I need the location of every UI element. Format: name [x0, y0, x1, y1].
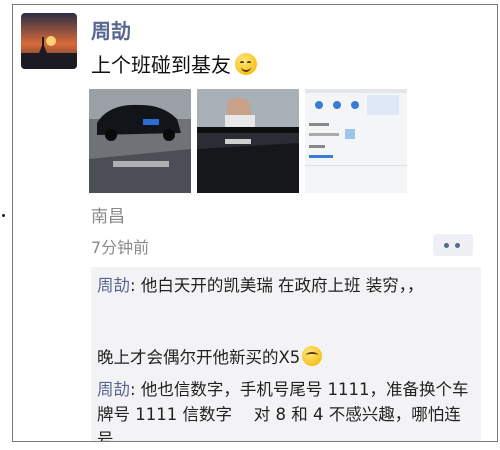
post-text-content: 上个班碰到基友	[91, 53, 231, 77]
more-actions-button[interactable]	[433, 234, 473, 256]
author-name[interactable]: 周劼	[91, 15, 131, 44]
moments-post: 周劼 上个班碰到基友 南昌 7分钟前 周劼: 他白天开的凯美瑞 在政府上班 装穷…	[12, 4, 498, 442]
post-text: 上个班碰到基友	[91, 49, 257, 78]
comment-author[interactable]: 周劼	[97, 380, 130, 399]
comment-text: 他白天开的凯美瑞 在政府上班 装穷，，	[140, 276, 424, 295]
dot-icon	[444, 243, 449, 248]
blush-emoji-icon	[302, 346, 323, 366]
comment-text: 他也信数字，手机号尾号 1111，准备换个车牌号 1111 信数字 对 8 和 …	[97, 380, 469, 442]
photo-thumbnail[interactable]	[89, 89, 191, 193]
comment-item[interactable]: 周劼: 他也信数字，手机号尾号 1111，准备换个车牌号 1111 信数字 对 …	[97, 377, 475, 442]
post-time: 7分钟前	[91, 238, 150, 257]
comment-item[interactable]: 晚上才会偶尔开他新买的X5	[97, 345, 475, 370]
dot-icon	[455, 243, 460, 248]
photo-thumbnail[interactable]	[197, 89, 299, 193]
comment-author[interactable]: 周劼	[97, 276, 130, 295]
location-label[interactable]: 南昌	[91, 202, 125, 227]
comment-item[interactable]: 周劼: 他白天开的凯美瑞 在政府上班 装穷，，	[97, 273, 475, 298]
photo-thumbnail[interactable]	[305, 89, 407, 193]
avatar[interactable]	[21, 13, 77, 69]
comment-separator: :	[130, 380, 141, 399]
smile-emoji-icon	[235, 53, 257, 75]
comment-list: 周劼: 他白天开的凯美瑞 在政府上班 装穷，， 晚上才会偶尔开他新买的X5 周劼…	[91, 267, 481, 442]
comment-separator: :	[130, 276, 141, 295]
list-bullet	[2, 214, 5, 217]
comment-text: 晚上才会偶尔开他新买的X5	[97, 348, 301, 367]
photo-grid	[89, 89, 409, 193]
